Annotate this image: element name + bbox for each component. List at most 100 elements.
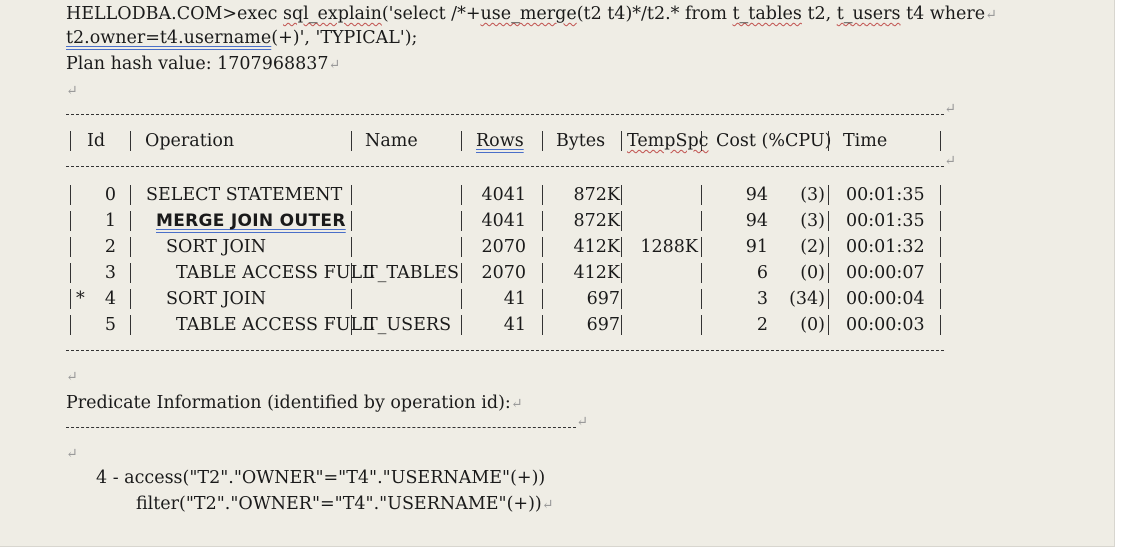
column-divider: [351, 185, 352, 205]
row-bytes: 872K: [573, 211, 620, 231]
row-time: 00:01:35: [846, 211, 925, 231]
row-cost: 6: [756, 263, 768, 283]
column-divider: [940, 315, 941, 335]
sql-command-line-1: HELLODBA.COM>exec sql_explain('select /*…: [66, 2, 997, 27]
predicate-access: 4 - access("T2"."OWNER"="T4"."USERNAME"(…: [96, 468, 546, 488]
row-bytes: 412K: [573, 263, 620, 283]
column-divider: [70, 289, 71, 309]
column-divider: [940, 289, 941, 309]
sql-command-line-2: t2.owner=t4.username(+)', 'TYPICAL');: [66, 26, 417, 50]
column-divider: [542, 237, 543, 257]
row-id: 3: [104, 263, 116, 283]
plan-hash-line: Plan hash value: 1707968837↵: [66, 52, 340, 77]
column-divider: [542, 315, 543, 335]
row-operation: MERGE JOIN OUTER: [156, 211, 346, 231]
header-name: Name: [365, 131, 418, 151]
join-condition: t2.owner=t4.username: [66, 28, 272, 48]
row-id: 2: [104, 237, 116, 257]
column-divider: [461, 211, 462, 231]
table-name-t-users: t_users: [836, 4, 901, 24]
row-cpu: (3): [800, 211, 825, 231]
row-rows: 2070: [481, 263, 526, 283]
column-divider: [70, 185, 71, 205]
column-divider: [940, 237, 941, 257]
row-cpu: (3): [800, 185, 825, 205]
row-cpu: (34): [789, 289, 825, 309]
header-cost: Cost (%CPU): [716, 131, 832, 151]
row-cpu: (2): [800, 237, 825, 257]
plan-hash-text: Plan hash value: 1707968837: [66, 54, 329, 74]
column-divider: [828, 315, 829, 335]
row-id: 5: [104, 315, 116, 335]
column-divider: [828, 185, 829, 205]
table-bottom-separator: [66, 350, 944, 351]
column-divider: [940, 185, 941, 205]
row-id: 1: [104, 211, 116, 231]
column-divider: [130, 211, 131, 231]
row-name: T_TABLES: [366, 263, 460, 283]
row-rows: 4041: [481, 185, 526, 205]
column-divider: [70, 263, 71, 283]
row-cost: 94: [745, 211, 768, 231]
row-time: 00:00:04: [846, 289, 925, 309]
sql-text: t2,: [801, 4, 837, 24]
column-divider: [70, 237, 71, 257]
column-divider: [701, 289, 702, 309]
sql-explain-call: sql_explain: [282, 4, 382, 24]
header-rows: Rows: [476, 131, 524, 151]
column-divider: [828, 237, 829, 257]
header-operation: Operation: [145, 131, 235, 151]
column-divider: [70, 131, 71, 151]
column-divider: [621, 237, 622, 257]
predicate-marker: *: [76, 289, 85, 309]
row-time: 00:01:32: [846, 237, 925, 257]
table-name-t-tables: t_tables: [732, 4, 802, 24]
row-id: 0: [104, 185, 116, 205]
column-divider: [828, 131, 829, 151]
document-page: HELLODBA.COM>exec sql_explain('select /*…: [0, 0, 1115, 547]
row-operation: TABLE ACCESS FULL: [176, 315, 374, 335]
row-cost: 94: [745, 185, 768, 205]
row-bytes: 697: [586, 315, 620, 335]
row-cost: 91: [745, 237, 768, 257]
paragraph-mark: ↵: [576, 414, 588, 430]
column-divider: [461, 131, 462, 151]
column-divider: [701, 263, 702, 283]
hint-text: use_merge: [480, 4, 577, 24]
row-id: 4: [104, 289, 116, 309]
header-id: Id: [87, 131, 106, 151]
paragraph-mark: ↵: [66, 369, 78, 385]
row-bytes: 697: [586, 289, 620, 309]
empty-line: ↵: [66, 364, 78, 389]
column-divider: [701, 315, 702, 335]
sql-text: (+)', 'TYPICAL');: [271, 28, 418, 48]
row-rows: 41: [503, 289, 526, 309]
paragraph-mark: ↵: [985, 7, 997, 23]
column-divider: [621, 211, 622, 231]
column-divider: [621, 289, 622, 309]
column-divider: [701, 185, 702, 205]
row-bytes: 412K: [573, 237, 620, 257]
sql-text: ('select /*+: [381, 4, 481, 24]
paragraph-mark: ↵: [510, 396, 523, 412]
column-divider: [940, 263, 941, 283]
column-divider: [828, 263, 829, 283]
column-divider: [461, 185, 462, 205]
column-divider: [542, 131, 543, 151]
column-divider: [130, 289, 131, 309]
sql-text: (t2 t4)*/t2.* from: [576, 4, 733, 24]
column-divider: [351, 211, 352, 231]
column-divider: [461, 263, 462, 283]
row-operation: SORT JOIN: [166, 289, 267, 309]
row-cost: 2: [756, 315, 768, 335]
paragraph-mark: ↵: [541, 497, 554, 513]
column-divider: [130, 237, 131, 257]
column-divider: [621, 315, 622, 335]
column-divider: [351, 237, 352, 257]
paragraph-mark: ↵: [66, 446, 78, 462]
paragraph-mark: ↵: [328, 57, 341, 73]
predicate-access-line: 4 - access("T2"."OWNER"="T4"."USERNAME"(…: [96, 466, 545, 490]
column-divider: [542, 289, 543, 309]
column-divider: [621, 185, 622, 205]
sql-text: t4 where: [900, 4, 986, 24]
